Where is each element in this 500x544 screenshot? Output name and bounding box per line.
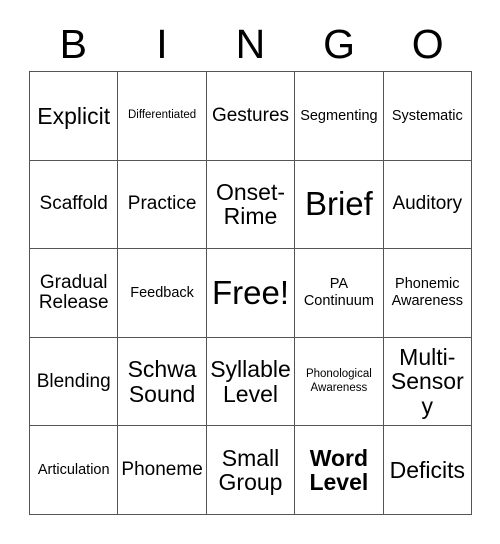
bingo-cell-label: Phonemic Awareness bbox=[391, 276, 464, 309]
bingo-cell-label: Schwa Sound bbox=[127, 356, 197, 407]
bingo-cell-r3c3[interactable]: Free! bbox=[206, 249, 296, 338]
bingo-cell-r1c1[interactable]: Explicit bbox=[30, 72, 119, 161]
bingo-cell-label: Word Level bbox=[309, 444, 369, 496]
bingo-cell-r5c1[interactable]: Articulation bbox=[30, 426, 119, 515]
header-letter-i: I bbox=[156, 20, 168, 67]
bingo-cell-label: Phoneme bbox=[121, 459, 203, 481]
bingo-cell-label: Practice bbox=[127, 193, 197, 215]
bingo-cell-label: PA Continuum bbox=[303, 276, 374, 309]
bingo-cell-label: Articulation bbox=[37, 461, 110, 478]
bingo-cell-r4c1[interactable]: Blending bbox=[30, 337, 119, 427]
bingo-cell-r5c3[interactable]: Small Group bbox=[206, 426, 296, 515]
bingo-cell-r5c5[interactable]: Deficits bbox=[383, 426, 472, 515]
bingo-cell-r1c4[interactable]: Segmenting bbox=[295, 72, 384, 161]
bingo-cell-r2c5[interactable]: Auditory bbox=[383, 160, 472, 250]
header-letter-b: B bbox=[59, 20, 87, 67]
bingo-cell-label: Brief bbox=[304, 184, 373, 222]
bingo-cell-r3c2[interactable]: Feedback bbox=[118, 249, 207, 338]
bingo-header: B I N G O bbox=[29, 18, 472, 70]
bingo-grid: Explicit Differentiated Gestures Segmenting… bbox=[29, 71, 472, 515]
bingo-cell-r5c2[interactable]: Phoneme bbox=[118, 426, 207, 515]
bingo-cell-label: Auditory bbox=[392, 193, 463, 215]
bingo-cell-label: Feedback bbox=[130, 284, 194, 301]
bingo-cell-label: Multi- Sensory bbox=[390, 344, 464, 419]
bingo-cell-r2c1[interactable]: Scaffold bbox=[30, 160, 119, 250]
bingo-cell-r4c5[interactable]: Multi- Sensory bbox=[383, 337, 472, 427]
bingo-cell-label: Differentiated bbox=[127, 109, 197, 122]
bingo-cell-label: Blending bbox=[36, 370, 111, 392]
bingo-cell-label: Small Group bbox=[218, 444, 283, 496]
bingo-cell-r3c4[interactable]: PA Continuum bbox=[295, 249, 384, 338]
bingo-cell-label: Explicit bbox=[37, 102, 111, 129]
bingo-card: B I N G O Explicit Differentiated Gestures… bbox=[0, 0, 500, 544]
bingo-cell-label: Syllable Level bbox=[210, 356, 291, 407]
bingo-cell-label: Segmenting bbox=[300, 107, 378, 124]
bingo-cell-r2c4[interactable]: Brief bbox=[295, 160, 384, 250]
bingo-cell-r1c5[interactable]: Systematic bbox=[383, 72, 472, 161]
bingo-cell-r2c2[interactable]: Practice bbox=[118, 160, 207, 250]
bingo-cell-r3c1[interactable]: Gradual Release bbox=[30, 249, 119, 338]
bingo-cell-r4c3[interactable]: Syllable Level bbox=[206, 337, 296, 427]
bingo-cell-r4c4[interactable]: Phonological Awareness bbox=[295, 337, 384, 427]
header-letter-n: N bbox=[235, 20, 266, 67]
bingo-cell-label: Systematic bbox=[391, 107, 463, 124]
bingo-cell-r4c2[interactable]: Schwa Sound bbox=[118, 337, 207, 427]
bingo-cell-r3c5[interactable]: Phonemic Awareness bbox=[383, 249, 472, 338]
header-letter-g: G bbox=[323, 20, 356, 67]
bingo-cell-label: Deficits bbox=[389, 457, 465, 483]
bingo-cell-r1c3[interactable]: Gestures bbox=[206, 72, 296, 161]
bingo-cell-label: Onset- Rime bbox=[215, 179, 285, 230]
bingo-cell-label: Gestures bbox=[211, 104, 290, 126]
bingo-cell-label: Scaffold bbox=[39, 193, 108, 215]
bingo-cell-label: Free! bbox=[211, 273, 289, 311]
bingo-cell-r5c4[interactable]: Word Level bbox=[295, 426, 384, 515]
bingo-cell-label: Gradual Release bbox=[38, 271, 109, 313]
bingo-cell-label: Phonological Awareness bbox=[305, 368, 372, 394]
bingo-cell-r2c3[interactable]: Onset- Rime bbox=[206, 160, 296, 250]
bingo-cell-r1c2[interactable]: Differentiated bbox=[118, 72, 207, 161]
header-letter-o: O bbox=[411, 20, 444, 67]
